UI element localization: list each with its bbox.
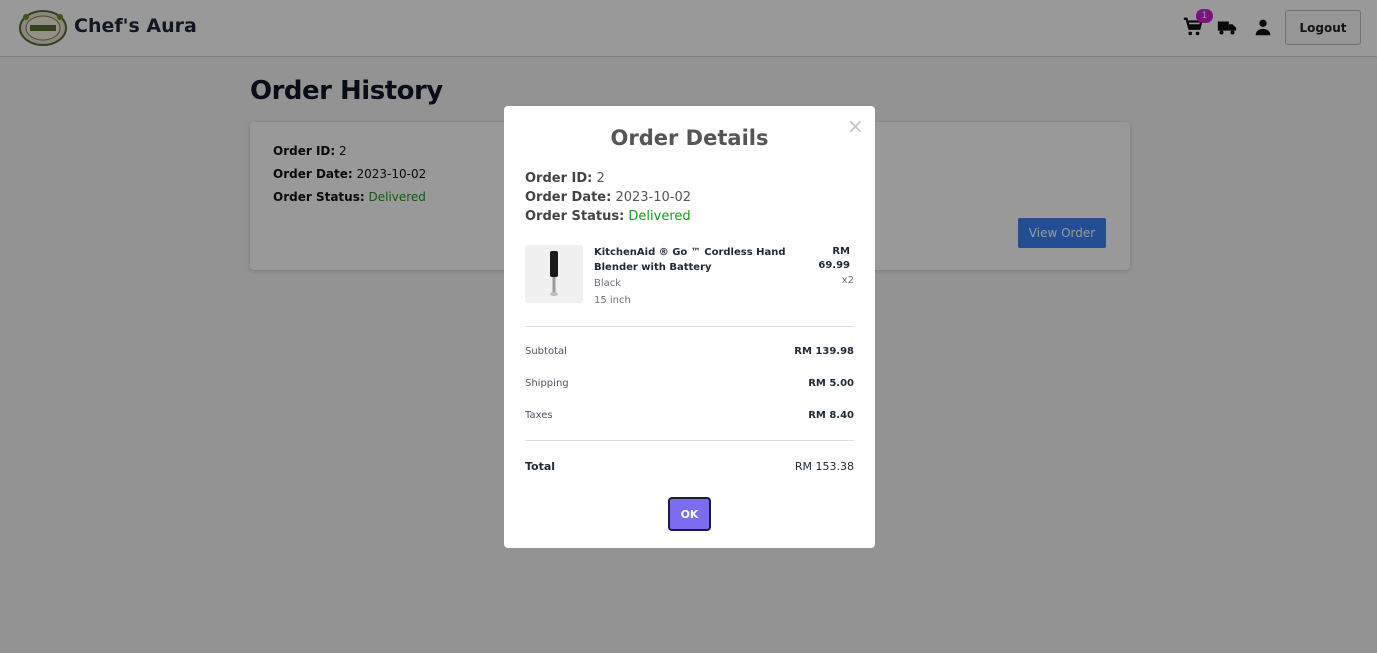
ok-button[interactable]: OK xyxy=(668,497,711,531)
product-quantity: x2 xyxy=(841,275,854,286)
product-price: RM 69.99 xyxy=(810,245,850,273)
modal-order-id: Order ID: 2 xyxy=(525,171,605,186)
subtotal-value: RM 139.98 xyxy=(794,346,854,357)
order-details-modal: × Order Details Order ID: 2 Order Date: … xyxy=(504,106,875,548)
modal-order-id-label: Order ID: xyxy=(525,171,593,186)
product-price-amount: 69.99 xyxy=(818,260,850,271)
taxes-label: Taxes xyxy=(525,410,553,421)
modal-order-date: Order Date: 2023-10-02 xyxy=(525,190,691,205)
total-value: RM 153.38 xyxy=(794,460,854,473)
shipping-value: RM 5.00 xyxy=(808,378,854,389)
product-size: 15 inch xyxy=(594,295,631,306)
modal-order-id-value: 2 xyxy=(596,171,605,186)
product-image xyxy=(525,245,583,303)
subtotal-label: Subtotal xyxy=(525,346,567,357)
modal-order-status-label: Order Status: xyxy=(525,209,625,224)
modal-order-status: Order Status: Delivered xyxy=(525,209,691,224)
modal-order-status-value: Delivered xyxy=(628,209,691,224)
total-label: Total xyxy=(525,460,556,473)
taxes-value: RM 8.40 xyxy=(808,410,854,421)
divider xyxy=(525,326,854,327)
modal-title: Order Details xyxy=(610,126,769,150)
product-color: Black xyxy=(594,278,622,289)
shipping-label: Shipping xyxy=(525,378,569,389)
divider xyxy=(525,440,854,441)
modal-order-date-value: 2023-10-02 xyxy=(615,190,692,205)
modal-order-date-label: Order Date: xyxy=(525,190,612,205)
product-price-currency: RM xyxy=(832,246,850,257)
product-name: KitchenAid ® Go ™ Cordless Hand Blender … xyxy=(594,247,786,273)
